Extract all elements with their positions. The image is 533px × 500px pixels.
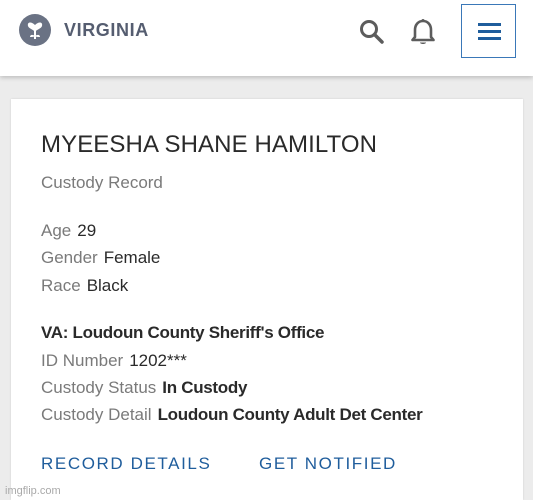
menu-bar [478,23,501,26]
menu-bar [478,37,501,40]
gender-value: Female [103,248,161,267]
gender-row: Gender Female [41,248,160,268]
brand-title[interactable]: VIRGINIA [64,20,149,41]
custody-status-value: In Custody [162,378,248,397]
custody-detail-row: Custody Detail Loudoun County Adult Det C… [41,405,423,425]
id-number-label: ID Number [41,351,124,370]
top-app-bar: VIRGINIA [0,0,533,76]
id-number-row: ID Number 1202*** [41,351,187,371]
race-label: Race [41,276,81,295]
gender-label: Gender [41,248,98,267]
hamburger-menu-icon[interactable] [461,4,516,58]
custody-status-row: Custody Status In Custody [41,378,247,398]
record-type: Custody Record [41,173,163,192]
age-label: Age [41,221,72,240]
custody-detail-value: Loudoun County Adult Det Center [157,405,423,424]
race-row: Race Black [41,276,128,296]
watermark: imgflip.com [5,485,61,497]
race-value: Black [86,276,129,295]
bell-icon[interactable] [408,16,438,48]
age-value: 29 [77,221,97,240]
inmate-name: MYEESHA SHANE HAMILTON [41,131,378,158]
age-row: Age 29 [41,221,96,241]
custody-detail-label: Custody Detail [41,405,152,424]
id-number-value: 1202*** [129,351,187,370]
custody-record-card: MYEESHA SHANE HAMILTON Custody Record Ag… [11,99,523,500]
get-notified-button[interactable]: GET NOTIFIED [259,454,397,474]
custody-status-label: Custody Status [41,378,157,397]
menu-bar [478,30,501,33]
search-icon[interactable] [357,16,387,48]
record-details-button[interactable]: RECORD DETAILS [41,454,211,474]
agency-name: VA: Loudoun County Sheriff's Office [41,323,325,342]
virginia-logo-icon[interactable] [19,14,51,46]
